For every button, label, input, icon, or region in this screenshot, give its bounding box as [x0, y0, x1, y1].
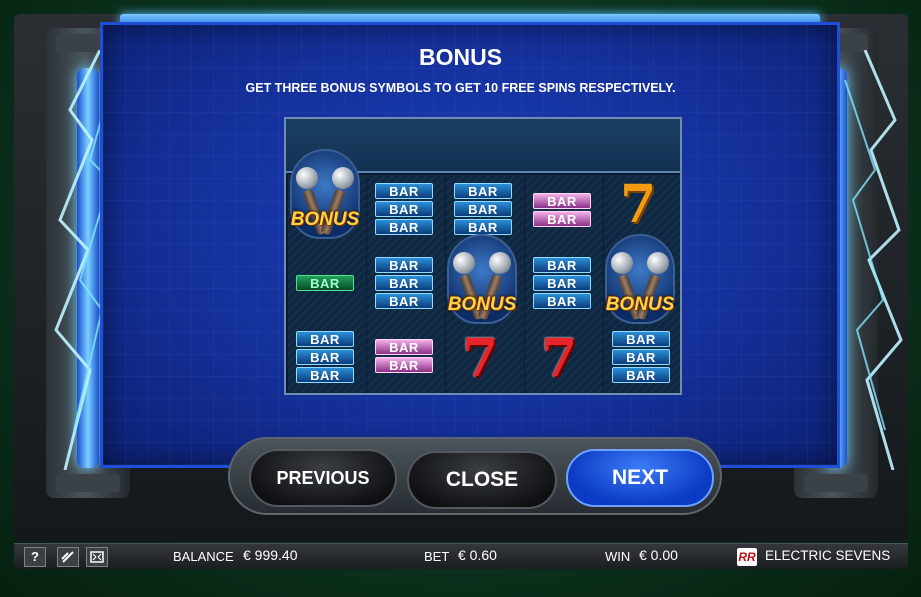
gold-seven-symbol: 7: [620, 174, 657, 235]
bet-value: € 0.60: [458, 547, 497, 563]
close-button[interactable]: CLOSE: [407, 451, 557, 509]
bet-label: BET: [424, 549, 450, 564]
single-bar-symbol: BAR: [296, 275, 354, 291]
bonus-label: BONUS: [290, 209, 360, 230]
next-button[interactable]: NEXT: [566, 449, 714, 507]
triple-bar-symbol: BAR BAR BAR: [533, 257, 591, 309]
sound-icon[interactable]: [57, 547, 79, 567]
bonus-symbol: BONUS: [597, 234, 680, 354]
triple-bar-symbol: BAR BAR BAR: [375, 183, 433, 235]
previous-button[interactable]: PREVIOUS: [249, 449, 397, 507]
reels-example: BAR BAR BAR BAR BAR BAR BAR BAR BAR BAR BAR BAR…: [284, 117, 682, 395]
seven-symbol: 7: [541, 328, 578, 389]
double-bar-symbol: BAR BAR: [533, 193, 591, 227]
triple-bar-symbol: BAR BAR BAR: [296, 331, 354, 383]
win-label: WIN: [605, 549, 631, 564]
triple-bar-symbol: BAR BAR BAR: [375, 257, 433, 309]
double-bar-symbol: BAR BAR: [375, 339, 433, 373]
win-value: € 0.00: [639, 547, 678, 563]
help-icon[interactable]: ?: [24, 547, 46, 567]
bonus-symbol: BONUS: [286, 149, 368, 269]
bonus-label: BONUS: [447, 294, 517, 315]
triple-bar-symbol: BAR BAR BAR: [454, 183, 512, 235]
brand-logo: RR: [737, 548, 757, 566]
bonus-label: BONUS: [605, 294, 675, 315]
fullscreen-icon[interactable]: [86, 547, 108, 567]
balance-label: BALANCE: [173, 549, 234, 564]
popup-subtitle: GET THREE BONUS SYMBOLS TO GET 10 FREE S…: [245, 81, 676, 95]
status-bar: ? BALANCE € 999.40 BET € 0.60 WIN € 0.00…: [14, 543, 908, 569]
popup-title: BONUS: [418, 44, 503, 70]
bonus-symbol: BONUS: [439, 234, 525, 354]
game-name: ELECTRIC SEVENS: [765, 548, 891, 563]
balance-value: € 999.40: [243, 547, 298, 563]
